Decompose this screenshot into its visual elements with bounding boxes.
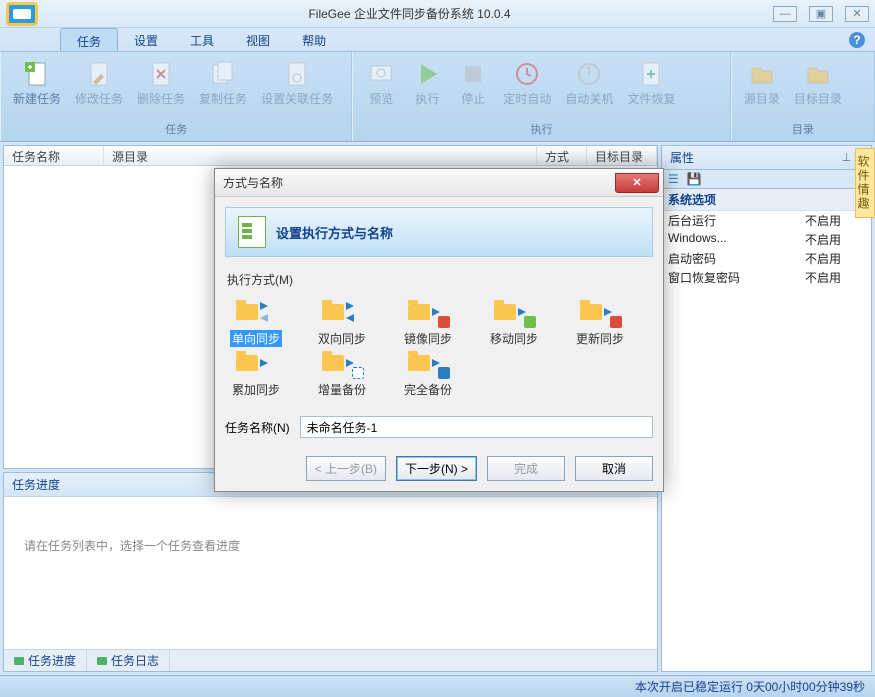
dialog-title: 方式与名称 bbox=[223, 174, 615, 191]
col-task-name[interactable]: 任务名称 bbox=[4, 146, 104, 165]
stop-button[interactable]: 停止 bbox=[451, 56, 495, 106]
source-dir-button[interactable]: 源目录 bbox=[738, 56, 786, 106]
tab-view[interactable]: 视图 bbox=[230, 28, 286, 51]
progress-placeholder: 请在任务列表中，选择一个任务查看进度 bbox=[4, 497, 657, 649]
properties-toolbar: ☰ 💾 bbox=[661, 169, 872, 188]
maximize-button[interactable]: ▣ bbox=[809, 6, 833, 22]
banner-text: 设置执行方式与名称 bbox=[276, 223, 393, 242]
status-text: 本次开启已稳定运行 0天00小时00分钟39秒 bbox=[635, 678, 865, 695]
mode-incremental-backup[interactable]: 增量备份 bbox=[313, 349, 371, 398]
title-bar: FileGee 企业文件同步备份系统 10.0.4 — ▣ ✕ bbox=[0, 0, 875, 28]
mode-one-way-sync[interactable]: 单向同步 bbox=[227, 298, 285, 347]
status-bar: 本次开启已稳定运行 0天00小时00分钟39秒 bbox=[0, 675, 875, 697]
ribbon-group-task: 新建任务 修改任务 删除任务 复制任务 设置关联任务 任务 bbox=[0, 52, 352, 141]
prop-row[interactable]: 启动密码不启用 bbox=[662, 249, 871, 268]
close-button[interactable]: ✕ bbox=[845, 6, 869, 22]
col-source[interactable]: 源目录 bbox=[104, 146, 537, 165]
mode-full-backup[interactable]: 完全备份 bbox=[399, 349, 457, 398]
dialog-titlebar[interactable]: 方式与名称 ✕ bbox=[215, 169, 663, 197]
side-tab[interactable]: 软件情趣 bbox=[855, 148, 875, 218]
mode-move-sync[interactable]: 移动同步 bbox=[485, 298, 543, 347]
ribbon-group-task-title: 任务 bbox=[7, 119, 345, 139]
tab-task-log[interactable]: 任务日志 bbox=[87, 650, 170, 671]
properties-panel: 属性 ⟂ ✕ ☰ 💾 系统选项 后台运行不启用 Windows...不启用 启动… bbox=[661, 145, 872, 672]
ribbon-group-exec-title: 执行 bbox=[359, 119, 723, 139]
new-task-button[interactable]: 新建任务 bbox=[7, 56, 67, 106]
dialog-buttons: < 上一步(B) 下一步(N) > 完成 取消 bbox=[215, 448, 663, 491]
execute-button[interactable]: 执行 bbox=[405, 56, 449, 106]
help-icon[interactable]: ? bbox=[849, 32, 865, 48]
menu-bar: 任务 设置 工具 视图 帮助 ? bbox=[0, 28, 875, 52]
tab-help[interactable]: 帮助 bbox=[286, 28, 342, 51]
finish-button[interactable]: 完成 bbox=[487, 456, 565, 481]
mode-accumulate-sync[interactable]: 累加同步 bbox=[227, 349, 285, 398]
schedule-button[interactable]: 定时自动 bbox=[497, 56, 557, 106]
mode-grid: 单向同步 双向同步 镜像同步 移动同步 更新同步 累加同步 bbox=[225, 294, 653, 402]
task-list-header: 任务名称 源目录 方式 目标目录 bbox=[4, 146, 657, 166]
ribbon-group-exec: 预览 执行 停止 定时自动 自动关机 文件恢复 执行 bbox=[352, 52, 730, 141]
ribbon-group-dir-title: 目录 bbox=[738, 119, 868, 139]
next-button[interactable]: 下一步(N) > bbox=[396, 456, 477, 481]
preview-button[interactable]: 预览 bbox=[359, 56, 403, 106]
ribbon-group-dir: 源目录 目标目录 目录 bbox=[731, 52, 875, 141]
tab-task[interactable]: 任务 bbox=[60, 28, 118, 51]
col-target[interactable]: 目标目录 bbox=[587, 146, 657, 165]
restore-button[interactable]: 文件恢复 bbox=[621, 56, 681, 106]
app-icon bbox=[6, 2, 38, 26]
autoshutdown-button[interactable]: 自动关机 bbox=[559, 56, 619, 106]
target-dir-button[interactable]: 目标目录 bbox=[788, 56, 848, 106]
cancel-button[interactable]: 取消 bbox=[575, 456, 653, 481]
ribbon: 新建任务 修改任务 删除任务 复制任务 设置关联任务 任务 预览 执行 停止 定… bbox=[0, 52, 875, 142]
tab-task-progress[interactable]: 任务进度 bbox=[4, 650, 87, 671]
banner-icon bbox=[238, 216, 266, 248]
mode-two-way-sync[interactable]: 双向同步 bbox=[313, 298, 371, 347]
dialog-close-button[interactable]: ✕ bbox=[615, 173, 659, 193]
delete-task-button[interactable]: 删除任务 bbox=[131, 56, 191, 106]
back-button[interactable]: < 上一步(B) bbox=[306, 456, 386, 481]
mode-mirror-sync[interactable]: 镜像同步 bbox=[399, 298, 457, 347]
edit-task-button[interactable]: 修改任务 bbox=[69, 56, 129, 106]
wizard-dialog: 方式与名称 ✕ 设置执行方式与名称 执行方式(M) 单向同步 双向同步 镜像同步 bbox=[214, 168, 664, 492]
list-icon[interactable]: ☰ bbox=[668, 172, 679, 186]
save-icon[interactable]: 💾 bbox=[687, 172, 702, 186]
progress-tabs: 任务进度 任务日志 bbox=[4, 649, 657, 671]
properties-section: 系统选项 bbox=[662, 189, 871, 211]
properties-title: 属性 bbox=[670, 149, 694, 166]
prop-row[interactable]: 后台运行不启用 bbox=[662, 211, 871, 230]
link-task-button[interactable]: 设置关联任务 bbox=[255, 56, 339, 106]
copy-task-button[interactable]: 复制任务 bbox=[193, 56, 253, 106]
window-controls: — ▣ ✕ bbox=[773, 6, 869, 22]
task-name-input[interactable] bbox=[300, 416, 653, 438]
mode-label: 执行方式(M) bbox=[227, 271, 653, 288]
window-title: FileGee 企业文件同步备份系统 10.0.4 bbox=[46, 5, 773, 22]
prop-row[interactable]: Windows...不启用 bbox=[662, 230, 871, 249]
dialog-banner: 设置执行方式与名称 bbox=[225, 207, 653, 257]
task-name-label: 任务名称(N) bbox=[225, 419, 290, 436]
tab-tools[interactable]: 工具 bbox=[174, 28, 230, 51]
prop-row[interactable]: 窗口恢复密码不启用 bbox=[662, 268, 871, 287]
minimize-button[interactable]: — bbox=[773, 6, 797, 22]
tab-settings[interactable]: 设置 bbox=[118, 28, 174, 51]
mode-update-sync[interactable]: 更新同步 bbox=[571, 298, 629, 347]
progress-pane: 任务进度 请在任务列表中，选择一个任务查看进度 任务进度 任务日志 bbox=[3, 472, 658, 672]
col-mode[interactable]: 方式 bbox=[537, 146, 587, 165]
